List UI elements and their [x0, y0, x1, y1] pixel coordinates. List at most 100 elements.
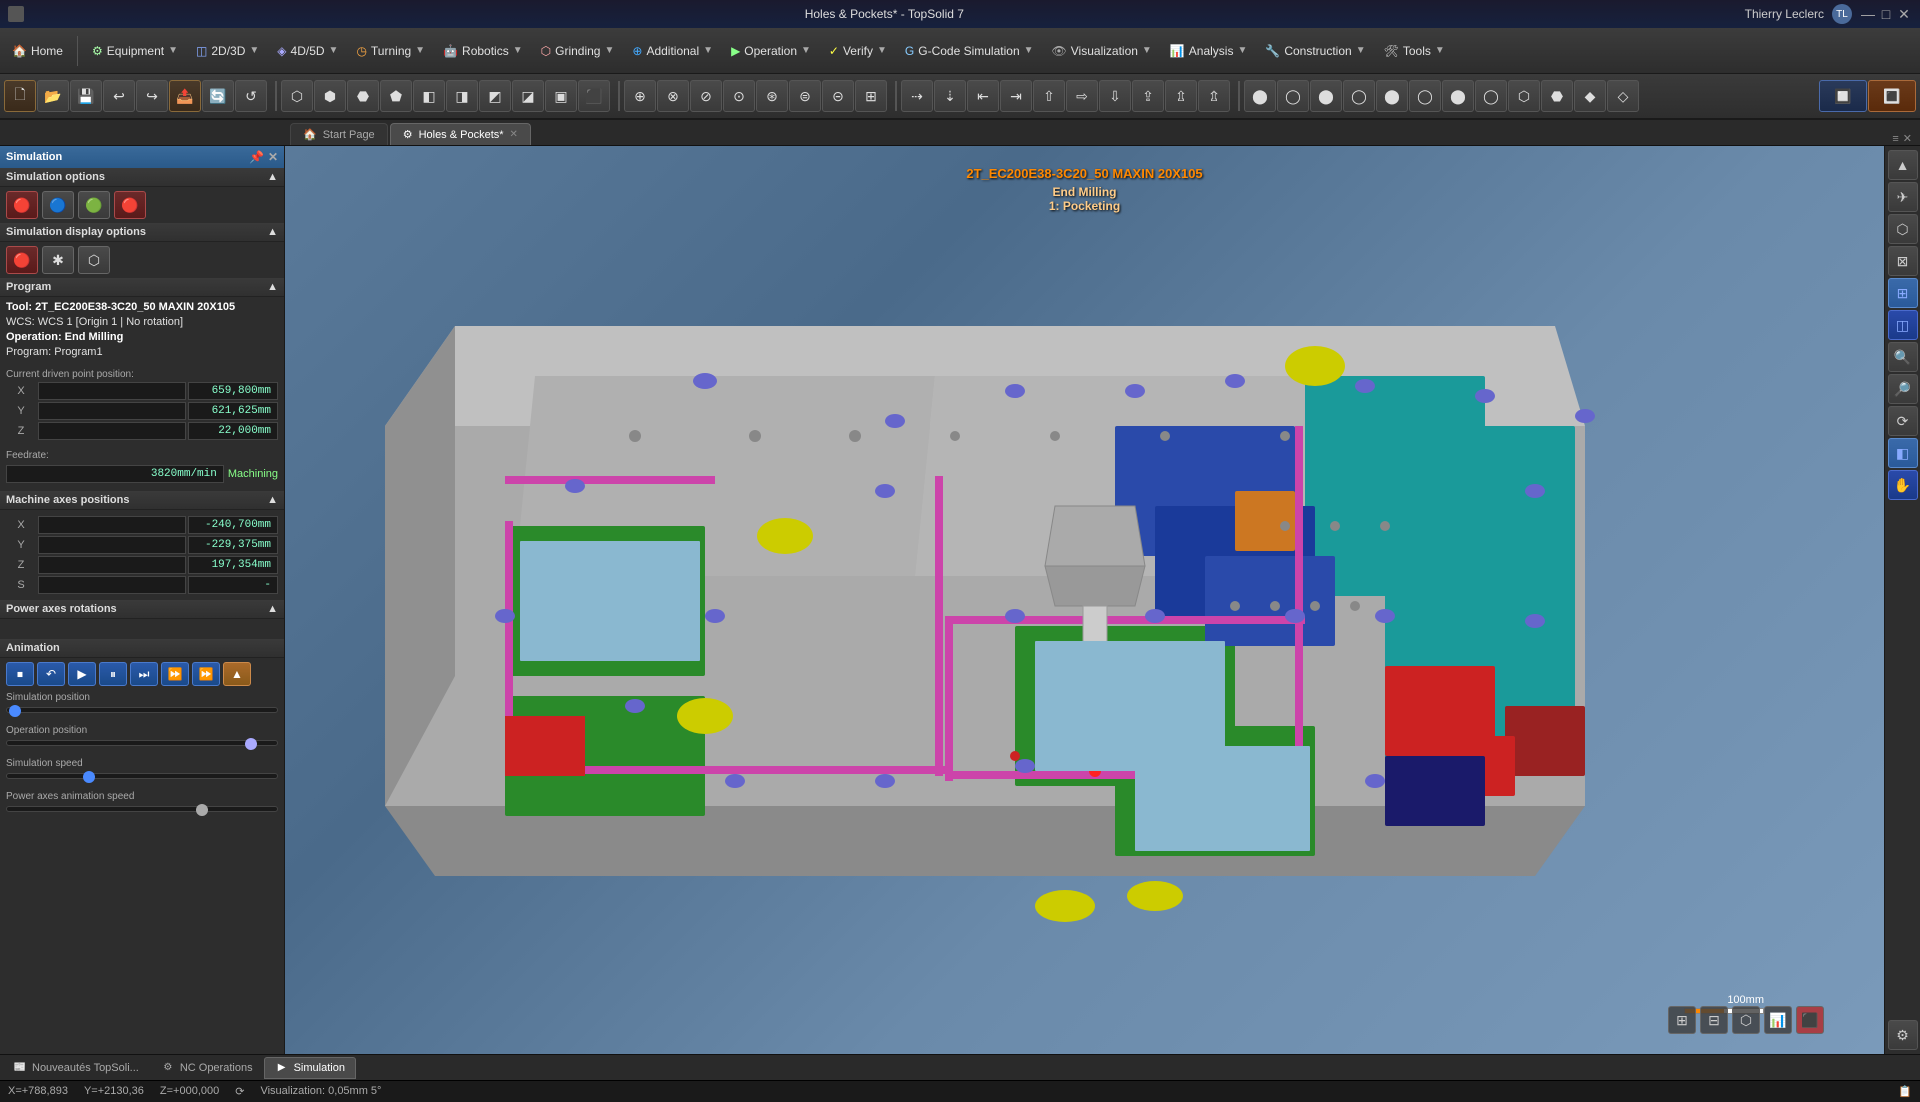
panel-close-icon[interactable]: ✕: [268, 150, 278, 164]
toolbar-btn-37[interactable]: ⬡: [1508, 80, 1540, 112]
menu-item-equipment[interactable]: ⚙ Equipment ▼: [84, 40, 186, 62]
menu-item-home[interactable]: 🏠 Home: [4, 40, 71, 62]
undo-button[interactable]: ↩: [103, 80, 135, 112]
bottom-tab-simulation[interactable]: ▶ Simulation: [264, 1057, 356, 1079]
toolbar-btn-14[interactable]: ⊙: [723, 80, 755, 112]
toolbar-btn-20[interactable]: ⇣: [934, 80, 966, 112]
nav-icon-4[interactable]: 📊: [1764, 1006, 1792, 1034]
menu-item-analysis[interactable]: 📊 Analysis ▼: [1162, 40, 1256, 62]
toolbar-btn-3[interactable]: ⬣: [347, 80, 379, 112]
close-button[interactable]: ✕: [1896, 6, 1912, 22]
sim-icon-2[interactable]: 🔵: [42, 191, 74, 219]
panel-pin-icon[interactable]: 📌: [249, 150, 264, 164]
right-btn-pan[interactable]: ✋: [1888, 470, 1918, 500]
anim-rewind-button[interactable]: ↶: [37, 662, 65, 686]
anim-play-button[interactable]: ▶: [68, 662, 96, 686]
new-button[interactable]: 🗋: [4, 80, 36, 112]
toolbar-btn-24[interactable]: ⇨: [1066, 80, 1098, 112]
right-btn-nav-up[interactable]: ▲: [1888, 150, 1918, 180]
sim-display-icon-1[interactable]: 🔴: [6, 246, 38, 274]
sim-icon-4[interactable]: 🔴: [114, 191, 146, 219]
toolbar-btn-13[interactable]: ⊘: [690, 80, 722, 112]
toolbar-btn-30[interactable]: ◯: [1277, 80, 1309, 112]
toolbar-btn-17[interactable]: ⊝: [822, 80, 854, 112]
redo-button[interactable]: ↪: [136, 80, 168, 112]
tab-holes-pockets[interactable]: ⚙ Holes & Pockets* ✕: [390, 123, 531, 145]
nav-icon-5[interactable]: ⬛: [1796, 1006, 1824, 1034]
right-btn-nav-plane[interactable]: ✈: [1888, 182, 1918, 212]
section-animation[interactable]: Animation: [0, 639, 284, 658]
toolbar-btn-7[interactable]: ◩: [479, 80, 511, 112]
toolbar-btn-10[interactable]: ⬛: [578, 80, 610, 112]
menu-item-grinding[interactable]: ⬡ Grinding ▼: [533, 40, 623, 62]
nav-icon-1[interactable]: ⊞: [1668, 1006, 1696, 1034]
export-button[interactable]: 📤: [169, 80, 201, 112]
toolbar-btn-5[interactable]: ◧: [413, 80, 445, 112]
right-btn-view-2[interactable]: ◫: [1888, 310, 1918, 340]
menu-item-construction[interactable]: 🔧 Construction ▼: [1257, 40, 1373, 62]
save-button[interactable]: 💾: [70, 80, 102, 112]
anim-stop-button[interactable]: ⏹: [6, 662, 34, 686]
viewport[interactable]: 2T_EC200E38-3C20_50 MAXIN 20X105 End Mil…: [285, 146, 1884, 1054]
section-power-axes[interactable]: Power axes rotations ▲: [0, 600, 284, 619]
menu-item-tools[interactable]: 🛠 Tools ▼: [1376, 40, 1453, 62]
sim-position-thumb[interactable]: [9, 705, 21, 717]
toolbar-btn-18[interactable]: ⊞: [855, 80, 887, 112]
anim-speedup-button[interactable]: ▲: [223, 662, 251, 686]
toolbar-btn-33[interactable]: ⬤: [1376, 80, 1408, 112]
refresh-button[interactable]: 🔄: [202, 80, 234, 112]
toolbar-btn-27[interactable]: ⇫: [1165, 80, 1197, 112]
menu-item-verify[interactable]: ✓ Verify ▼: [821, 40, 895, 62]
anim-stepfwd-button[interactable]: ⏭: [130, 662, 158, 686]
right-btn-zoom-in[interactable]: 🔍: [1888, 342, 1918, 372]
menu-item-additional[interactable]: ⊕ Additional ▼: [624, 40, 721, 62]
toolbar-btn-36[interactable]: ◯: [1475, 80, 1507, 112]
sim-position-track[interactable]: [6, 707, 278, 713]
toolbar-btn-31[interactable]: ⬤: [1310, 80, 1342, 112]
toolbar-btn-9[interactable]: ▣: [545, 80, 577, 112]
tab-close-all-icon[interactable]: ✕: [1903, 132, 1912, 145]
nav-icon-3[interactable]: ⬡: [1732, 1006, 1760, 1034]
toolbar-btn-2[interactable]: ⬢: [314, 80, 346, 112]
right-btn-settings[interactable]: ⚙: [1888, 1020, 1918, 1050]
right-btn-zoom-out[interactable]: 🔎: [1888, 374, 1918, 404]
section-program[interactable]: Program ▲: [0, 278, 284, 297]
sim-speed-track[interactable]: [6, 773, 278, 779]
tab-close-button[interactable]: ✕: [510, 129, 518, 140]
sim-icon-3[interactable]: 🟢: [78, 191, 110, 219]
menu-item-visualization[interactable]: 👁 Visualization ▼: [1044, 40, 1160, 62]
toolbar-btn-special-blue[interactable]: 🔲: [1819, 80, 1867, 112]
toolbar-btn-22[interactable]: ⇥: [1000, 80, 1032, 112]
op-position-thumb[interactable]: [245, 738, 257, 750]
toolbar-btn-8[interactable]: ◪: [512, 80, 544, 112]
menu-item-turning[interactable]: ◷ Turning ▼: [348, 40, 433, 62]
nav-icon-2[interactable]: ⊟: [1700, 1006, 1728, 1034]
tab-start-page[interactable]: 🏠 Start Page: [290, 123, 388, 145]
toolbar-btn-29[interactable]: ⬤: [1244, 80, 1276, 112]
menu-item-operation[interactable]: ▶ Operation ▼: [723, 40, 819, 62]
toolbar-btn-1[interactable]: ⬡: [281, 80, 313, 112]
minimize-button[interactable]: —: [1860, 6, 1876, 22]
toolbar-btn-25[interactable]: ⇩: [1099, 80, 1131, 112]
toolbar-btn-28[interactable]: ⇬: [1198, 80, 1230, 112]
menu-item-gcode[interactable]: G G-Code Simulation ▼: [897, 40, 1042, 62]
toolbar-btn-35[interactable]: ⬤: [1442, 80, 1474, 112]
anim-fastfwd-button[interactable]: ⏩: [161, 662, 189, 686]
toolbar-btn-12[interactable]: ⊗: [657, 80, 689, 112]
bottom-tab-nouveautes[interactable]: 📰 Nouveautés TopSoli...: [2, 1057, 150, 1079]
toolbar-btn-34[interactable]: ◯: [1409, 80, 1441, 112]
section-sim-options[interactable]: Simulation options ▲: [0, 168, 284, 187]
toolbar-btn-23[interactable]: ⇧: [1033, 80, 1065, 112]
section-sim-display[interactable]: Simulation display options ▲: [0, 223, 284, 242]
bottom-tab-nc-ops[interactable]: ⚙ NC Operations: [150, 1057, 264, 1079]
toolbar-btn-16[interactable]: ⊜: [789, 80, 821, 112]
menu-item-robotics[interactable]: 🤖 Robotics ▼: [435, 40, 531, 62]
sim-display-icon-2[interactable]: ✱: [42, 246, 74, 274]
sim-icon-1[interactable]: 🔴: [6, 191, 38, 219]
sim-speed-thumb[interactable]: [83, 771, 95, 783]
sim-display-icon-3[interactable]: ⬡: [78, 246, 110, 274]
toolbar-btn-11[interactable]: ⊕: [624, 80, 656, 112]
right-btn-select[interactable]: ◧: [1888, 438, 1918, 468]
right-btn-rotate[interactable]: ⟳: [1888, 406, 1918, 436]
anim-fastfwd2-button[interactable]: ⏩: [192, 662, 220, 686]
